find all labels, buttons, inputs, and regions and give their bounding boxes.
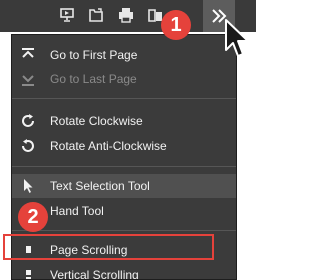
presentation-icon xyxy=(60,8,74,22)
print-button[interactable] xyxy=(117,6,135,24)
rotate-anticlockwise-icon xyxy=(22,139,34,152)
step-badge-1: 1 xyxy=(161,10,191,40)
first-page-icon xyxy=(22,48,34,58)
menu-item-text-selection-tool[interactable]: Text Selection Tool xyxy=(12,174,236,198)
vertical-scrolling-icon xyxy=(26,270,31,279)
open-file-icon xyxy=(89,8,103,22)
menu-item-rotate-clockwise[interactable]: Rotate Clockwise xyxy=(12,109,236,133)
highlight-box xyxy=(3,234,214,260)
step-badge-2: 2 xyxy=(18,202,48,232)
menu-item-rotate-anticlockwise[interactable]: Rotate Anti-Clockwise xyxy=(12,134,236,158)
menu-item-label: Hand Tool xyxy=(50,204,104,218)
rotate-clockwise-icon xyxy=(22,114,34,127)
menu-item-label: Rotate Clockwise xyxy=(50,114,143,128)
menu-item-label: Text Selection Tool xyxy=(50,179,150,193)
menu-item-go-first-page[interactable]: Go to First Page xyxy=(12,43,236,67)
menu-item-label: Go to Last Page xyxy=(50,72,137,86)
print-icon xyxy=(119,8,133,23)
menu-separator xyxy=(12,166,236,167)
mouse-cursor-icon xyxy=(225,19,249,57)
menu-item-label: Rotate Anti-Clockwise xyxy=(50,139,167,153)
menu-item-vertical-scrolling[interactable]: Vertical Scrolling xyxy=(12,263,236,280)
pointer-icon xyxy=(24,179,33,193)
open-file-button[interactable] xyxy=(87,6,105,24)
top-toolbar xyxy=(0,0,256,32)
menu-separator xyxy=(12,230,236,231)
menu-item-go-last-page[interactable]: Go to Last Page xyxy=(12,67,236,91)
menu-item-label: Go to First Page xyxy=(50,48,138,62)
presentation-mode-button[interactable] xyxy=(58,6,76,24)
last-page-icon xyxy=(22,75,34,86)
menu-separator xyxy=(12,98,236,99)
menu-item-label: Vertical Scrolling xyxy=(50,268,139,280)
